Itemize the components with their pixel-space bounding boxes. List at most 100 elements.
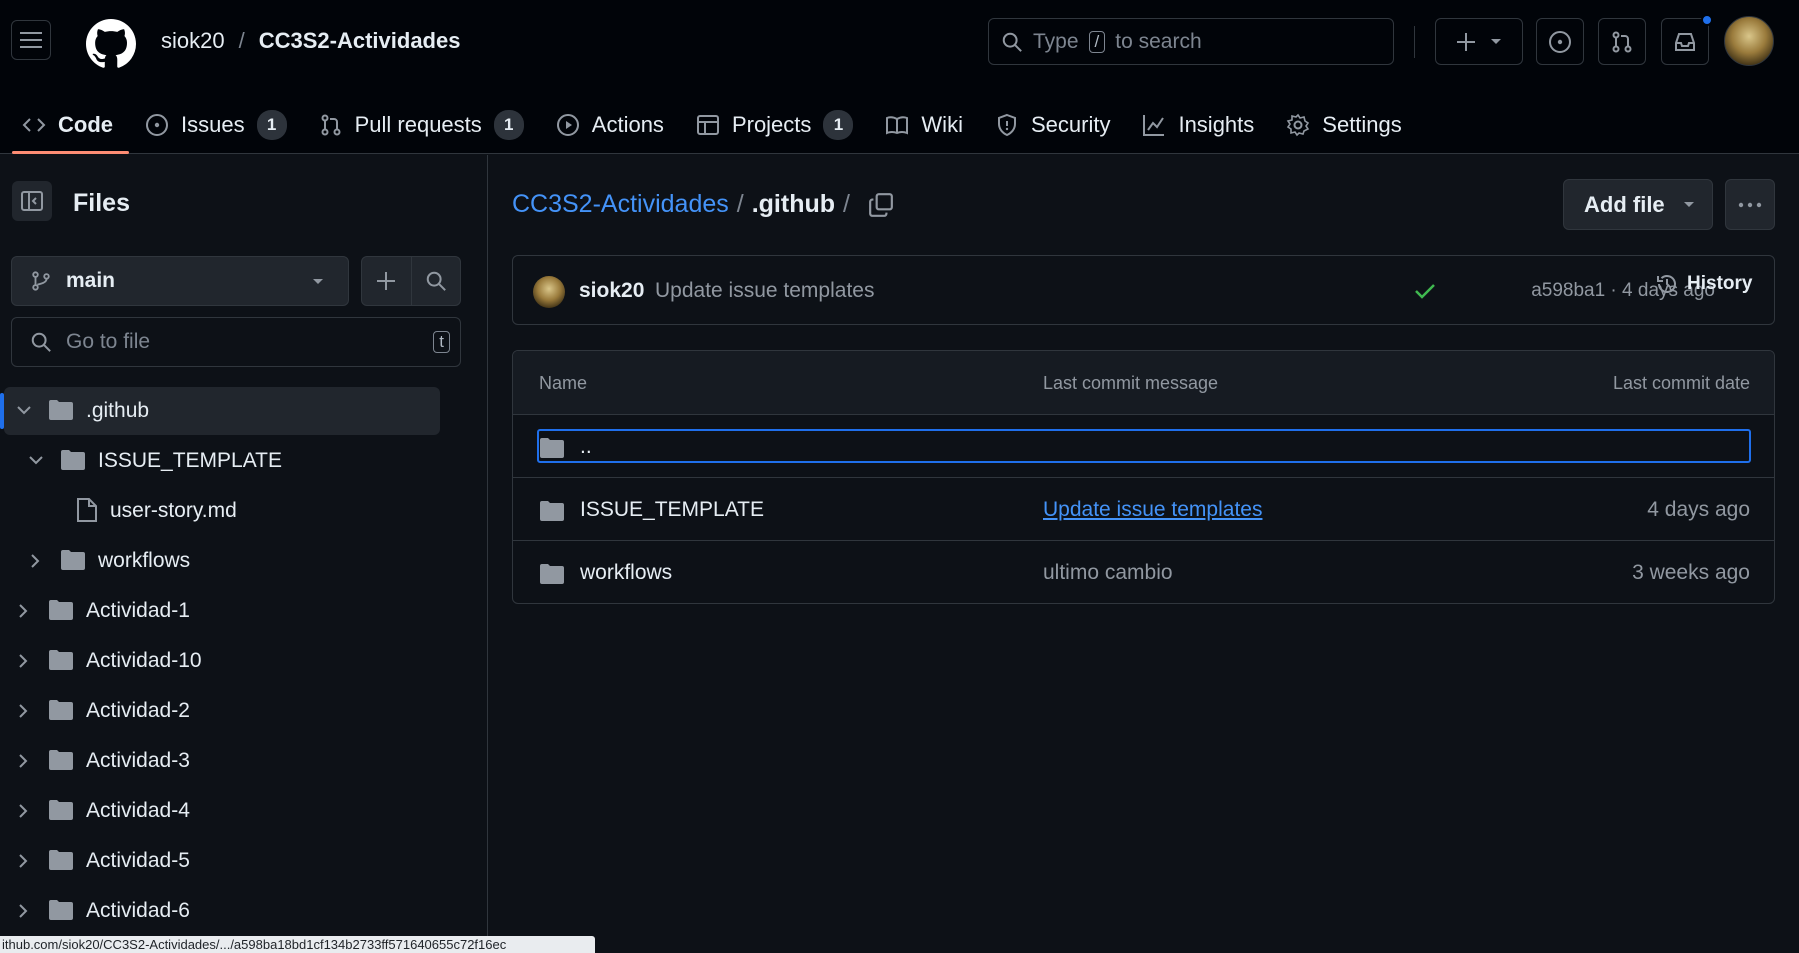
repo-nav: Code Issues 1 Pull requests 1 Actions Pr… <box>0 96 1799 154</box>
tab-issues-label: Issues <box>181 112 245 137</box>
gear-icon <box>1286 113 1310 137</box>
breadcrumb-repo-link[interactable]: CC3S2-Actividades <box>512 190 729 219</box>
create-new-button[interactable] <box>1435 18 1523 65</box>
search-files-button[interactable] <box>412 257 461 305</box>
search-prefix: Type <box>1033 29 1079 53</box>
tab-code[interactable]: Code <box>12 96 129 154</box>
folder-icon <box>540 438 564 458</box>
chevron-down-icon <box>29 456 43 465</box>
copy-path-button[interactable] <box>868 192 894 218</box>
search-input[interactable]: Type / to search <box>988 18 1394 65</box>
folder-icon <box>49 700 73 720</box>
code-icon <box>22 118 46 132</box>
inbox-button[interactable] <box>1661 18 1709 65</box>
tree-item-folder[interactable]: Actividad-3 <box>0 737 440 785</box>
table-row[interactable]: ISSUE_TEMPLATE Update issue templates 4 … <box>513 478 1774 541</box>
add-file-button[interactable]: Add file <box>1563 179 1713 230</box>
tab-actions-label: Actions <box>591 112 664 137</box>
chevron-right-icon <box>19 704 28 718</box>
sidebar-actions <box>361 256 461 306</box>
git-pull-request-icon <box>321 114 341 136</box>
commit-author-avatar[interactable] <box>533 276 565 308</box>
tree-item-folder[interactable]: Actividad-5 <box>0 837 440 885</box>
folder-icon <box>49 900 73 920</box>
tab-actions[interactable]: Actions <box>546 96 680 154</box>
notification-dot <box>1701 14 1713 26</box>
go-to-file-placeholder: Go to file <box>66 330 151 353</box>
tab-pull-requests[interactable]: Pull requests 1 <box>309 96 540 154</box>
kebab-horizontal-icon <box>1738 202 1762 207</box>
add-file-label: Add file <box>1584 191 1665 217</box>
hamburger-icon <box>20 32 42 48</box>
tree-item-label: Actividad-6 <box>86 899 190 922</box>
tree-item-workflows[interactable]: workflows <box>0 537 440 585</box>
tree-item-folder[interactable]: Actividad-6 <box>0 887 440 935</box>
chevron-right-icon <box>19 654 28 668</box>
shield-icon <box>997 113 1016 137</box>
github-logo-icon[interactable] <box>86 19 136 69</box>
repo-link[interactable]: CC3S2-Actividades <box>259 28 461 54</box>
tab-insights[interactable]: Insights <box>1132 96 1270 154</box>
table-header: Name Last commit message Last commit dat… <box>513 351 1774 415</box>
more-options-button[interactable] <box>1725 179 1775 230</box>
pull-requests-shortcut-button[interactable] <box>1598 18 1646 65</box>
tree-item-folder[interactable]: Actividad-2 <box>0 687 440 735</box>
tree-item-label: Actividad-3 <box>86 749 190 772</box>
tree-item-github[interactable]: .github <box>0 387 440 435</box>
tab-projects-label: Projects <box>731 112 812 137</box>
menu-button[interactable] <box>11 20 51 60</box>
sidebar-collapse-icon <box>21 191 43 211</box>
tab-wiki[interactable]: Wiki <box>875 96 979 154</box>
tab-settings-label: Settings <box>1322 112 1402 137</box>
issues-count-badge: 1 <box>256 110 287 140</box>
owner-link[interactable]: siok20 <box>161 28 225 54</box>
tree-item-user-story[interactable]: user-story.md <box>0 487 440 535</box>
chevron-down-icon <box>1683 201 1694 207</box>
history-label: History <box>1687 273 1753 294</box>
table-row[interactable]: workflows ultimo cambio 3 weeks ago <box>513 541 1774 603</box>
tab-settings[interactable]: Settings <box>1276 96 1418 154</box>
row-name-link[interactable]: ISSUE_TEMPLATE <box>580 498 764 522</box>
tab-code-label: Code <box>58 112 113 137</box>
folder-open-icon <box>49 400 73 420</box>
collapse-sidebar-button[interactable] <box>12 181 52 221</box>
branch-name: main <box>66 269 116 292</box>
tree-item-folder[interactable]: Actividad-10 <box>0 637 440 685</box>
tree-item-label: Actividad-1 <box>86 599 190 622</box>
folder-open-icon <box>61 450 85 470</box>
search-shortcut: / <box>1088 30 1106 53</box>
add-file-button-small[interactable] <box>362 257 412 305</box>
column-header-name: Name <box>539 373 588 393</box>
history-link[interactable]: History <box>1655 272 1752 296</box>
commit-message[interactable]: Update issue templates <box>655 279 874 303</box>
tab-projects[interactable]: Projects 1 <box>686 96 869 154</box>
chevron-right-icon <box>19 604 28 618</box>
search-suffix: to search <box>1115 29 1202 53</box>
issues-shortcut-button[interactable] <box>1536 18 1584 65</box>
row-name-link[interactable]: workflows <box>580 561 672 585</box>
inbox-icon <box>1675 32 1695 51</box>
tab-issues[interactable]: Issues 1 <box>135 96 303 154</box>
tree-item-folder[interactable]: Actividad-4 <box>0 787 440 835</box>
table-row-parent[interactable]: .. <box>513 415 1774 478</box>
parent-directory-link[interactable]: .. <box>580 435 592 459</box>
tree-item-label: Actividad-2 <box>86 699 190 722</box>
row-commit-message[interactable]: ultimo cambio <box>1043 561 1173 585</box>
breadcrumb-separator: / <box>736 190 744 218</box>
file-icon <box>77 498 97 522</box>
tree-item-issue-template[interactable]: ISSUE_TEMPLATE <box>0 437 440 485</box>
user-avatar[interactable] <box>1724 16 1774 66</box>
tree-item-folder[interactable]: Actividad-1 <box>0 587 440 635</box>
go-to-file-input[interactable]: Go to file t <box>11 317 461 367</box>
branch-selector[interactable]: main <box>11 256 349 306</box>
commit-author[interactable]: siok20 <box>579 279 644 303</box>
folder-icon <box>49 650 73 670</box>
header-divider <box>1414 26 1415 58</box>
check-icon[interactable] <box>1414 282 1436 300</box>
tab-security[interactable]: Security <box>985 96 1126 154</box>
breadcrumb: CC3S2-Actividades / .github / <box>512 190 894 219</box>
directory-table: Name Last commit message Last commit dat… <box>512 350 1775 604</box>
tree-item-label: Actividad-10 <box>86 649 202 672</box>
folder-icon <box>61 550 85 570</box>
row-commit-link[interactable]: Update issue templates <box>1043 498 1262 522</box>
